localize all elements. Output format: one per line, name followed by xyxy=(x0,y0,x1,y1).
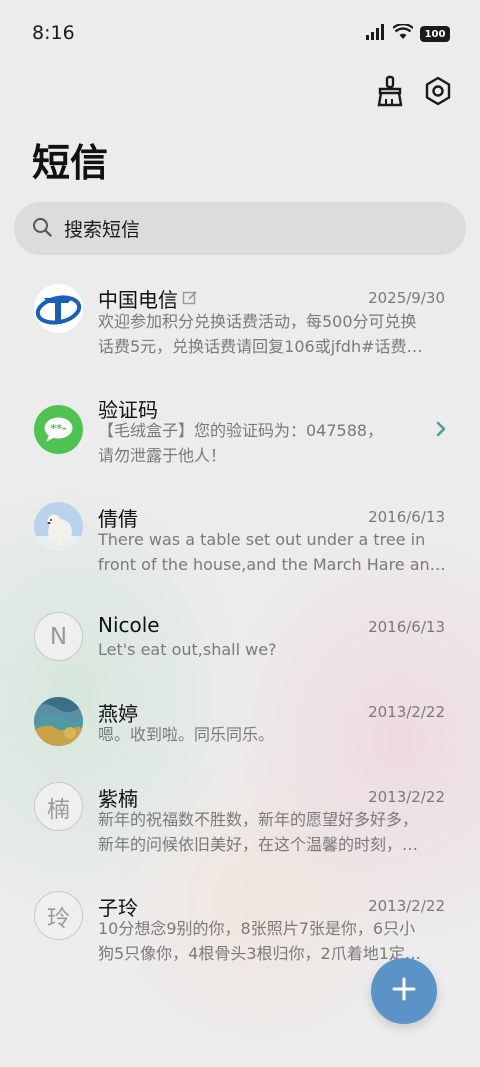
header-actions xyxy=(374,75,454,111)
search-bar[interactable]: 搜索短信 xyxy=(14,202,466,255)
message-preview: There was a table set out under a tree i… xyxy=(98,530,446,574)
plus-icon xyxy=(391,976,417,1006)
avatar: N xyxy=(34,612,83,661)
conversation-item[interactable]: 燕婷 2013/2/22 嗯。收到啦。同乐同乐。 xyxy=(0,689,480,759)
status-bar: 8:16 100 xyxy=(0,0,480,68)
message-date: 2013/2/22 xyxy=(368,703,445,721)
polar-bear-photo xyxy=(34,502,83,551)
clean-button[interactable] xyxy=(374,75,406,111)
edit-draft-icon xyxy=(182,287,198,311)
message-date: 2025/9/30 xyxy=(368,289,445,307)
message-date: 2013/2/22 xyxy=(368,788,445,806)
message-date: 2016/6/13 xyxy=(368,618,445,636)
battery-indicator: 100 xyxy=(420,26,450,42)
message-bubble-icon: **- xyxy=(34,405,83,454)
contact-name: 中国电信 xyxy=(98,284,198,313)
page-title: 短信 xyxy=(32,141,109,185)
signal-icon xyxy=(366,24,386,44)
conversation-item[interactable]: **- 验证码 【毛绒盒子】您的验证码为：047588， 请勿泄露于他人！ xyxy=(0,385,480,475)
search-placeholder: 搜索短信 xyxy=(64,219,141,241)
china-telecom-logo xyxy=(34,284,83,333)
status-icons: 100 xyxy=(366,23,450,44)
avatar: 楠 xyxy=(34,782,83,831)
landscape-photo xyxy=(34,697,83,746)
avatar: 玲 xyxy=(34,891,83,940)
svg-text:**-: **- xyxy=(50,422,66,435)
wifi-icon xyxy=(392,23,414,44)
message-preview: 新年的祝福数不胜数，新年的愿望好多好多， 新年的问候依旧美好，在这个温馨的时刻，… xyxy=(98,810,419,854)
conversation-item[interactable]: 楠 紫楠 2013/2/22 新年的祝福数不胜数，新年的愿望好多好多， 新年的问… xyxy=(0,774,480,864)
chevron-right-icon[interactable] xyxy=(436,421,446,441)
conversation-item[interactable]: N Nicole 2016/6/13 Let's eat out,shall w… xyxy=(0,604,480,674)
message-preview: Let's eat out,shall we? xyxy=(98,640,277,659)
settings-icon xyxy=(424,76,452,110)
message-preview: 【毛绒盒子】您的验证码为：047588， 请勿泄露于他人！ xyxy=(98,421,384,465)
settings-button[interactable] xyxy=(422,76,454,110)
contact-name: Nicole xyxy=(98,613,160,637)
message-preview: 嗯。收到啦。同乐同乐。 xyxy=(98,725,275,744)
message-date: 2013/2/22 xyxy=(368,897,445,915)
conversation-item[interactable]: 倩倩 2016/6/13 There was a table set out u… xyxy=(0,494,480,584)
broom-icon xyxy=(376,75,404,111)
message-date: 2016/6/13 xyxy=(368,508,445,526)
new-message-button[interactable] xyxy=(371,958,437,1024)
status-time: 8:16 xyxy=(32,22,75,44)
conversation-item[interactable]: 中国电信 2025/9/30 欢迎参加积分兑换话费活动，每500分可兑换 话费5… xyxy=(0,276,480,366)
search-icon xyxy=(32,217,52,241)
message-preview: 欢迎参加积分兑换话费活动，每500分可兑换 话费5元，兑换话费请回复106或jf… xyxy=(98,312,423,356)
